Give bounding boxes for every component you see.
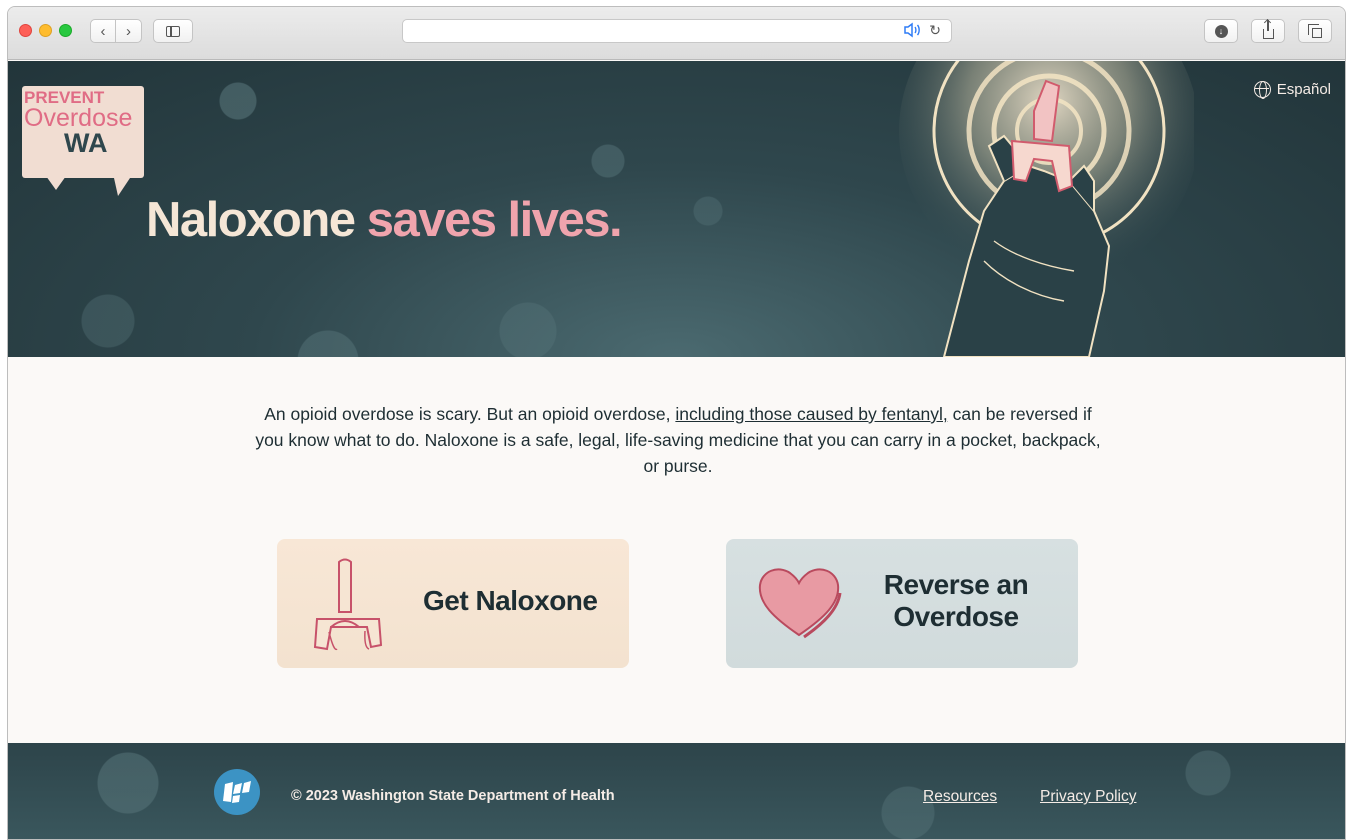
copyright-text: © 2023 Washington State Department of He… [291,788,615,804]
get-naloxone-label: Get Naloxone [423,585,598,616]
reverse-overdose-label: Reverse an Overdose [883,569,1029,632]
privacy-policy-link[interactable]: Privacy Policy [1040,788,1136,806]
share-icon [1262,19,1274,39]
globe-icon [1253,81,1271,99]
logo-speech-tail-right [114,178,130,196]
download-icon: ↓ [1214,24,1228,38]
address-bar[interactable]: ↻ [402,19,952,43]
site-logo[interactable]: PREVENT Overdose WA [22,86,144,196]
heart-icon [758,568,842,639]
browser-window: ‹ › ↻ ↓ PREVENT Overdose WA Español Nalo… [7,6,1346,840]
chevron-left-icon: ‹ [100,22,106,40]
sidebar-icon [166,25,180,37]
reload-icon[interactable]: ↻ [929,22,941,39]
zoom-window-button[interactable] [59,24,72,37]
tabs-icon [1307,23,1322,38]
headline-part-2: saves lives. [366,193,623,247]
intro-text-1: An opioid overdose is scary. But an opio… [264,404,671,424]
resources-link[interactable]: Resources [923,788,997,806]
minimize-window-button[interactable] [39,24,52,37]
forward-button[interactable]: › [116,19,142,43]
site-footer: © 2023 Washington State Department of He… [8,743,1345,839]
browser-toolbar: ‹ › ↻ ↓ [8,7,1345,60]
chevron-right-icon: › [126,22,131,40]
hand-holding-naloxone-illustration [899,61,1194,357]
logo-line-overdose: Overdose [24,104,133,132]
main-content: An opioid overdose is scary. But an opio… [8,357,1345,743]
close-window-button[interactable] [19,24,32,37]
doh-logo-icon[interactable] [214,769,260,815]
hero-headline: Naloxone saves lives. [146,192,623,248]
downloads-button[interactable]: ↓ [1204,19,1238,43]
hero-banner: PREVENT Overdose WA Español Naloxone sav… [8,61,1345,357]
logo-line-wa: WA [64,128,108,158]
intro-paragraph: An opioid overdose is scary. But an opio… [248,401,1108,479]
get-naloxone-card[interactable]: Get Naloxone [277,539,629,668]
fentanyl-link[interactable]: including those caused by fentanyl, [675,404,947,424]
reverse-overdose-card[interactable]: Reverse an Overdose [726,539,1078,668]
logo-speech-tail [46,176,66,190]
back-button[interactable]: ‹ [90,19,116,43]
speaker-icon[interactable] [903,22,921,41]
language-switch[interactable]: Español [1253,81,1331,99]
headline-part-1: Naloxone [146,193,356,247]
share-button[interactable] [1251,19,1285,43]
show-tabs-button[interactable] [1298,19,1332,43]
nasal-spray-icon [313,558,383,651]
sidebar-toggle-button[interactable] [153,19,193,43]
language-link-label: Español [1276,81,1331,98]
